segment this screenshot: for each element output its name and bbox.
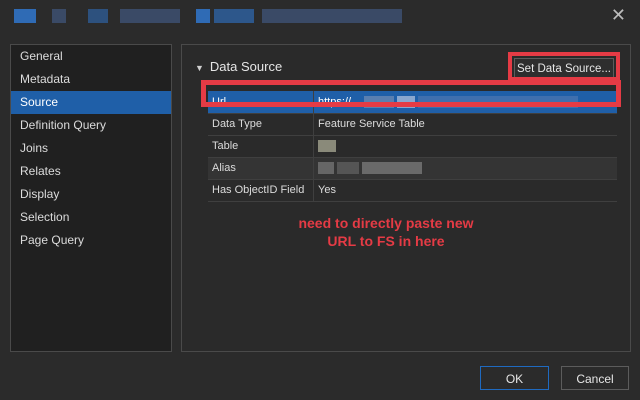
cancel-button[interactable]: Cancel (561, 366, 629, 390)
sidebar-item-selection[interactable]: Selection (11, 206, 171, 229)
properties-table: Url https:// Data Type Feature Service T… (208, 91, 617, 202)
property-value (313, 157, 617, 180)
redacted-text (318, 140, 336, 153)
annotation-line: need to directly paste new (298, 215, 474, 231)
property-value: Feature Service Table (313, 113, 617, 136)
table-row-table[interactable]: Table (208, 135, 617, 158)
sidebar-item-display[interactable]: Display (11, 183, 171, 206)
redacted-text (337, 162, 360, 175)
ok-button[interactable]: OK (480, 366, 549, 390)
redacted-title (196, 9, 210, 23)
property-key: Table (208, 135, 314, 158)
table-row-alias[interactable]: Alias (208, 157, 617, 180)
annotation-text: need to directly paste new URL to FS in … (286, 214, 486, 250)
close-icon[interactable]: ✕ (611, 6, 626, 24)
sidebar-item-relates[interactable]: Relates (11, 160, 171, 183)
sidebar-item-definition-query[interactable]: Definition Query (11, 114, 171, 137)
window-titlebar: ✕ (0, 0, 640, 32)
redacted-title (88, 9, 108, 23)
sidebar-item-metadata[interactable]: Metadata (11, 68, 171, 91)
chevron-down-icon[interactable]: ▼ (195, 63, 204, 73)
highlight-box-set-data-source (508, 52, 620, 81)
redacted-text (318, 162, 334, 175)
table-row-data-type[interactable]: Data Type Feature Service Table (208, 113, 617, 136)
sidebar-item-page-query[interactable]: Page Query (11, 229, 171, 252)
redacted-title (14, 9, 36, 23)
sidebar: General Metadata Source Definition Query… (10, 44, 172, 352)
section-title: Data Source (209, 59, 283, 74)
redacted-title (120, 9, 180, 23)
sidebar-item-joins[interactable]: Joins (11, 137, 171, 160)
table-row-has-objectid-field[interactable]: Has ObjectID Field Yes (208, 179, 617, 202)
section-header[interactable]: ▼ Data Source (195, 59, 282, 74)
property-key: Data Type (208, 113, 314, 136)
sidebar-item-general[interactable]: General (11, 45, 171, 68)
property-value: Yes (313, 179, 617, 202)
redacted-text (362, 162, 423, 175)
redacted-title (52, 9, 66, 23)
property-key: Has ObjectID Field (208, 179, 314, 202)
redacted-title (262, 9, 402, 23)
annotation-line: URL to FS in here (327, 233, 445, 249)
highlight-box-url-row (201, 80, 621, 107)
redacted-title (214, 9, 254, 23)
property-value (313, 135, 617, 158)
sidebar-item-source[interactable]: Source (11, 91, 171, 114)
property-key: Alias (208, 157, 314, 180)
